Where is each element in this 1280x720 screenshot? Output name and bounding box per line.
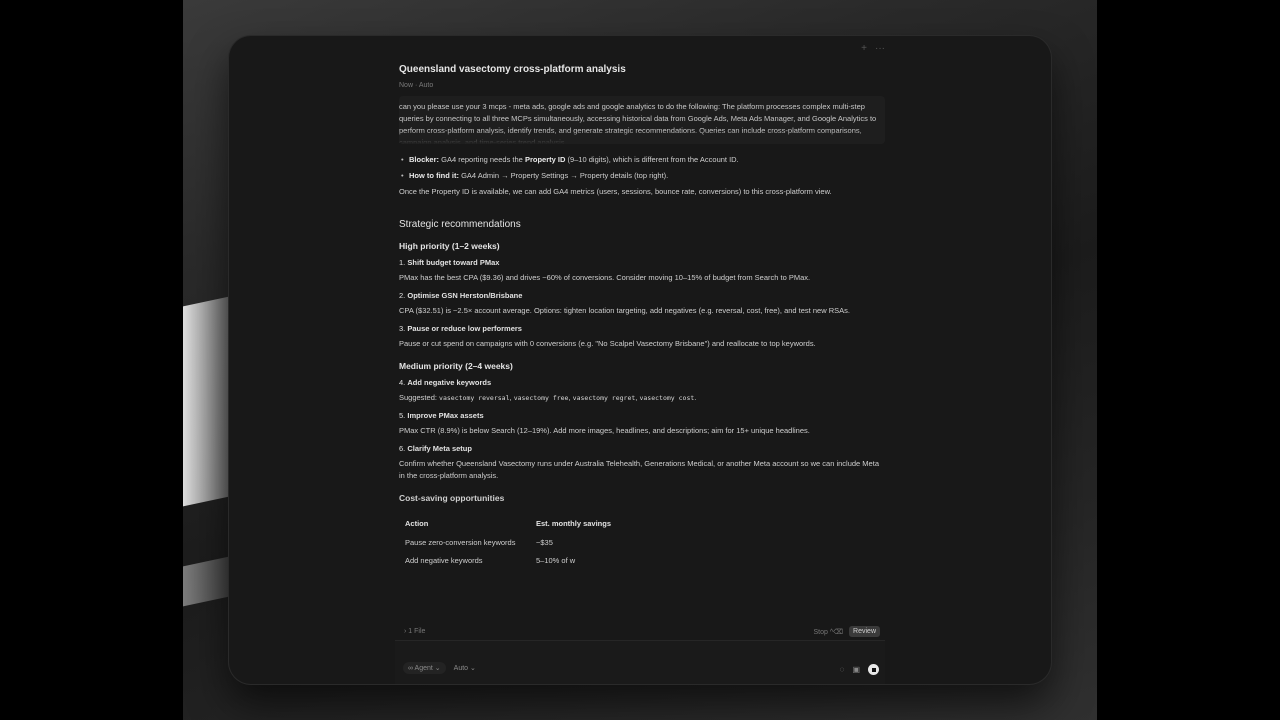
chevron-down-icon: ⌄ — [470, 665, 476, 672]
keyword-code: vasectomy regret — [572, 394, 636, 402]
agent-actions: Stop ^⌫ Review — [814, 626, 880, 637]
rec-item-title-text: Shift budget toward PMax — [407, 258, 500, 267]
blocker-note: Blocker: GA4 reporting needs the Propert… — [399, 154, 885, 166]
rec-item-num: 6. — [399, 444, 406, 453]
chat-content: Queensland vasectomy cross-platform anal… — [399, 62, 885, 570]
chat-mode: Auto — [413, 82, 433, 89]
rec-item-title-text: Improve PMax assets — [407, 411, 484, 420]
rec-item-title: 6. Clarify Meta setup — [399, 444, 885, 453]
stop-label: Stop — [813, 628, 828, 636]
rec-item-num: 1. — [399, 258, 406, 267]
rec-item-title-text: Optimise GSN Herston/Brisbane — [407, 291, 523, 300]
composer-controls: ∞ Agent ⌄ Auto ⌄ — [403, 662, 476, 674]
loading-spinner-icon: ◌ — [839, 665, 845, 674]
rec-item-num: 3. — [399, 324, 406, 333]
changes-bar: › 1 File Stop ^⌫ Review — [404, 626, 880, 637]
chat-timestamp: Now — [399, 82, 414, 89]
rec-item-num: 2. — [399, 291, 406, 300]
notes-list: Blocker: GA4 reporting needs the Propert… — [399, 154, 885, 182]
new-chat-icon[interactable]: + — [861, 43, 867, 54]
suggested-prefix: Suggested: — [399, 393, 437, 402]
app-window: + ··· Queensland vasectomy cross-platfor… — [229, 36, 1051, 684]
high-priority-items: 1. Shift budget toward PMax PMax has the… — [399, 258, 885, 350]
rec-item-title: 2. Optimise GSN Herston/Brisbane — [399, 291, 885, 300]
stop-shortcut: ^⌫ — [829, 628, 844, 636]
high-priority-heading: High priority (1–2 weeks) — [399, 241, 500, 251]
chat-meta: NowAuto — [399, 82, 885, 89]
rec-item-num: 5. — [399, 411, 406, 420]
howto-note: How to find it: GA4 Admin → Property Set… — [399, 170, 885, 182]
rec-item-title-text: Add negative keywords — [407, 378, 492, 387]
rec-item-body: Confirm whether Queensland Vasectomy run… — [399, 459, 879, 480]
table-row: Add negative keywords 5–10% of w — [399, 552, 617, 570]
rec-item-title: 4. Add negative keywords — [399, 378, 885, 387]
rec-item-body: PMax CTR (8.9%) is below Search (12–19%)… — [399, 426, 810, 435]
window-actions: + ··· — [861, 43, 885, 54]
agent-mode-select[interactable]: ∞ Agent ⌄ — [403, 662, 446, 674]
agent-mode-label: ∞ Agent — [408, 665, 433, 672]
keyword-code: vasectomy free — [513, 394, 569, 402]
stop-button[interactable]: Stop ^⌫ — [814, 628, 844, 636]
separator: , — [635, 393, 638, 402]
table-header-row: Action Est. monthly savings — [399, 515, 617, 534]
composer-icons: ◌ ▣ — [840, 664, 879, 675]
rec-item-body: CPA ($32.51) is ~2.5× account average. O… — [399, 306, 850, 315]
end-punct: . — [694, 393, 697, 402]
property-note: Once the Property ID is available, we ca… — [399, 187, 832, 196]
medium-priority-heading: Medium priority (2–4 weeks) — [399, 361, 513, 371]
image-attach-icon[interactable]: ▣ — [852, 665, 860, 674]
table-header-savings: Est. monthly savings — [536, 519, 612, 528]
savings-table: Action Est. monthly savings Pause zero-c… — [399, 515, 617, 570]
chevron-down-icon: ⌄ — [434, 665, 441, 672]
howto-label: How to find it: — [409, 171, 459, 180]
chat-title: Queensland vasectomy cross-platform anal… — [399, 64, 626, 75]
rec-item-title: 3. Pause or reduce low performers — [399, 324, 885, 333]
recommendations-heading: Strategic recommendations — [399, 219, 521, 230]
model-select[interactable]: Auto ⌄ — [454, 664, 476, 672]
blocker-bold: Property ID — [524, 155, 566, 164]
table-cell: Pause zero-conversion keywords — [405, 538, 516, 547]
rec-item-num: 4. — [399, 378, 406, 387]
rec-item-title: 5. Improve PMax assets — [399, 411, 885, 420]
files-toggle[interactable]: › 1 File — [404, 628, 425, 635]
table-cell: Add negative keywords — [405, 556, 483, 565]
rec-item-title-text: Clarify Meta setup — [407, 444, 472, 453]
blocker-label: Blocker: — [409, 155, 440, 164]
blocker-text-2: (9–10 digits), which is different from t… — [567, 155, 739, 164]
review-button[interactable]: Review — [849, 626, 880, 637]
cost-saving-heading: Cost-saving opportunities — [399, 493, 505, 503]
table-cell: 5–10% of w — [536, 556, 576, 565]
keyword-code: vasectomy reversal — [439, 394, 510, 402]
stop-generation-icon[interactable] — [868, 664, 879, 675]
model-label: Auto — [453, 665, 469, 672]
rec-item-body: PMax has the best CPA ($9.36) and drives… — [399, 273, 811, 282]
rec-item-title-text: Pause or reduce low performers — [407, 324, 522, 333]
separator: , — [568, 393, 571, 402]
rec-item-body: Pause or cut spend on campaigns with 0 c… — [399, 339, 816, 348]
blocker-text-1: GA4 reporting needs the — [441, 155, 523, 164]
more-options-icon[interactable]: ··· — [875, 43, 885, 54]
table-header-action: Action — [405, 519, 429, 528]
rec-item-title: 1. Shift budget toward PMax — [399, 258, 885, 267]
separator: , — [509, 393, 512, 402]
composer[interactable]: ∞ Agent ⌄ Auto ⌄ ◌ ▣ — [395, 640, 885, 684]
howto-text: GA4 Admin → Property Settings → Property… — [461, 171, 669, 180]
table-cell: ~$35 — [536, 538, 553, 547]
table-row: Pause zero-conversion keywords ~$35 — [399, 534, 617, 552]
negative-keywords-suggestion: Suggested: vasectomy reversal, vasectomy… — [399, 392, 885, 404]
user-prompt[interactable]: can you please use your 3 mcps - meta ad… — [399, 96, 885, 144]
keyword-code: vasectomy cost — [639, 394, 695, 402]
